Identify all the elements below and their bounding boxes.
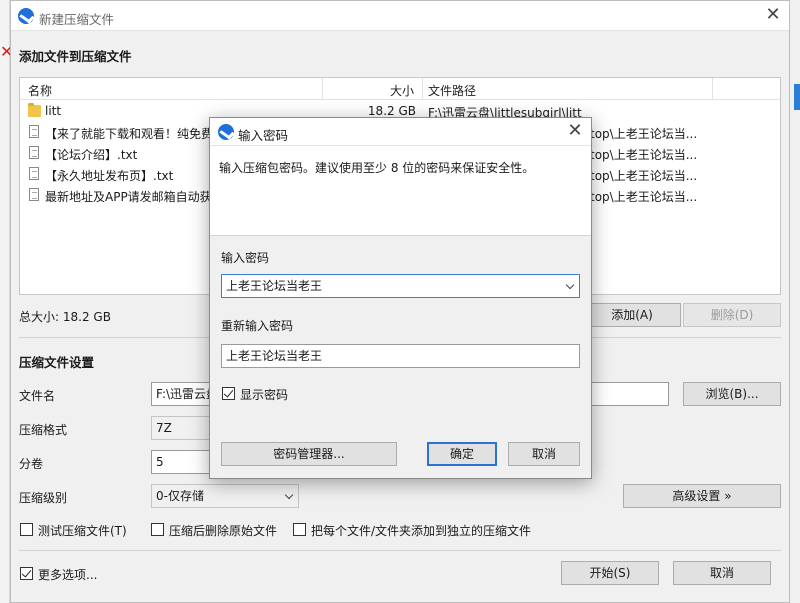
chevron-down-icon xyxy=(284,490,294,500)
column-name[interactable]: 名称 xyxy=(28,82,52,99)
checkbox-box[interactable] xyxy=(222,387,235,400)
file-list-header: 名称 大小 文件路径 xyxy=(20,78,780,100)
file-icon xyxy=(29,167,39,180)
title-bar: 新建压缩文件 ✕ xyxy=(11,1,789,31)
volume-input[interactable]: 5 xyxy=(151,450,211,474)
confirm-password-input[interactable]: 上老王论坛当老王 xyxy=(221,344,580,368)
close-icon[interactable]: ✕ xyxy=(565,121,585,141)
chevron-down-icon[interactable] xyxy=(565,280,575,290)
checkbox-label: 把每个文件/文件夹添加到独立的压缩文件 xyxy=(311,524,532,538)
checkbox-label: 测试压缩文件(T) xyxy=(38,524,127,538)
add-button[interactable]: 添加(A) xyxy=(583,303,681,327)
file-name: litt xyxy=(45,104,62,118)
browse-button[interactable]: 浏览(B)... xyxy=(683,382,781,406)
background-close-icon: ✕ xyxy=(0,44,10,60)
total-size: 总大小: 18.2 GB xyxy=(19,310,111,324)
dialog-description-area: 输入压缩包密码。建议使用至少 8 位的密码来保证安全性。 xyxy=(210,146,591,236)
format-select[interactable]: 7Z xyxy=(151,416,211,440)
level-select[interactable]: 0-仅存储 xyxy=(151,484,299,508)
app-logo-icon xyxy=(18,8,34,24)
checkbox-box[interactable] xyxy=(151,523,164,536)
password-value: 上老王论坛当老王 xyxy=(226,279,323,293)
file-path: top\上老王论坛当... xyxy=(590,190,698,204)
file-icon xyxy=(29,146,39,159)
window-title: 新建压缩文件 xyxy=(39,12,115,27)
advanced-settings-button[interactable]: 高级设置 » xyxy=(623,484,781,508)
file-name: 【永久地址发布页】.txt xyxy=(45,169,174,183)
volume-label: 分卷 xyxy=(19,457,44,471)
level-label: 压缩级别 xyxy=(19,491,68,505)
level-select-value: 0-仅存储 xyxy=(156,489,204,503)
dialog-title-bar: 输入密码 ✕ xyxy=(210,118,591,146)
file-name: 【来了就能下载和观看！纯免费 xyxy=(45,127,214,141)
dialog-title: 输入密码 xyxy=(238,128,289,143)
dialog-description: 输入压缩包密码。建议使用至少 8 位的密码来保证安全性。 xyxy=(219,161,535,175)
file-icon xyxy=(29,125,39,138)
file-path: top\上老王论坛当... xyxy=(590,148,698,162)
file-path: top\上老王论坛当... xyxy=(590,169,698,183)
background-accent-bar xyxy=(794,84,800,110)
background-app-left-edge: ✕ xyxy=(0,0,10,603)
file-name: 最新地址及APP请发邮箱自动获 xyxy=(45,190,212,204)
settings-section-title: 压缩文件设置 xyxy=(19,355,95,370)
checkbox-label: 压缩后删除原始文件 xyxy=(169,524,278,538)
checkbox-label: 更多选项... xyxy=(38,568,98,582)
password-input[interactable]: 上老王论坛当老王 xyxy=(221,274,580,298)
column-size[interactable]: 大小 xyxy=(390,82,414,99)
checkbox-box[interactable] xyxy=(20,523,33,536)
divider xyxy=(19,550,781,551)
file-path: top\上老王论坛当... xyxy=(590,127,698,141)
file-name: 【论坛介绍】.txt xyxy=(45,148,138,162)
password-manager-button[interactable]: 密码管理器... xyxy=(221,442,397,466)
app-logo-icon xyxy=(218,124,234,140)
folder-icon xyxy=(28,103,41,117)
password-dialog: 输入密码 ✕ 输入压缩包密码。建议使用至少 8 位的密码来保证安全性。 输入密码… xyxy=(209,117,592,479)
delete-button[interactable]: 删除(D) xyxy=(683,303,781,327)
cancel-button[interactable]: 取消 xyxy=(673,561,771,585)
format-label: 压缩格式 xyxy=(19,423,68,437)
password-label: 输入密码 xyxy=(221,251,270,265)
confirm-password-label: 重新输入密码 xyxy=(221,319,294,333)
add-files-section-title: 添加文件到压缩文件 xyxy=(19,49,132,64)
cancel-button[interactable]: 取消 xyxy=(508,442,580,466)
file-icon xyxy=(29,188,39,201)
checkbox-box[interactable] xyxy=(20,567,33,580)
file-size: 18.2 GB xyxy=(367,104,416,118)
ok-button[interactable]: 确定 xyxy=(427,442,497,466)
start-button[interactable]: 开始(S) xyxy=(561,561,659,585)
close-icon[interactable]: ✕ xyxy=(763,5,783,25)
filename-label: 文件名 xyxy=(19,389,56,403)
column-path[interactable]: 文件路径 xyxy=(428,82,476,99)
checkbox-label: 显示密码 xyxy=(240,388,289,402)
checkbox-box[interactable] xyxy=(293,523,306,536)
